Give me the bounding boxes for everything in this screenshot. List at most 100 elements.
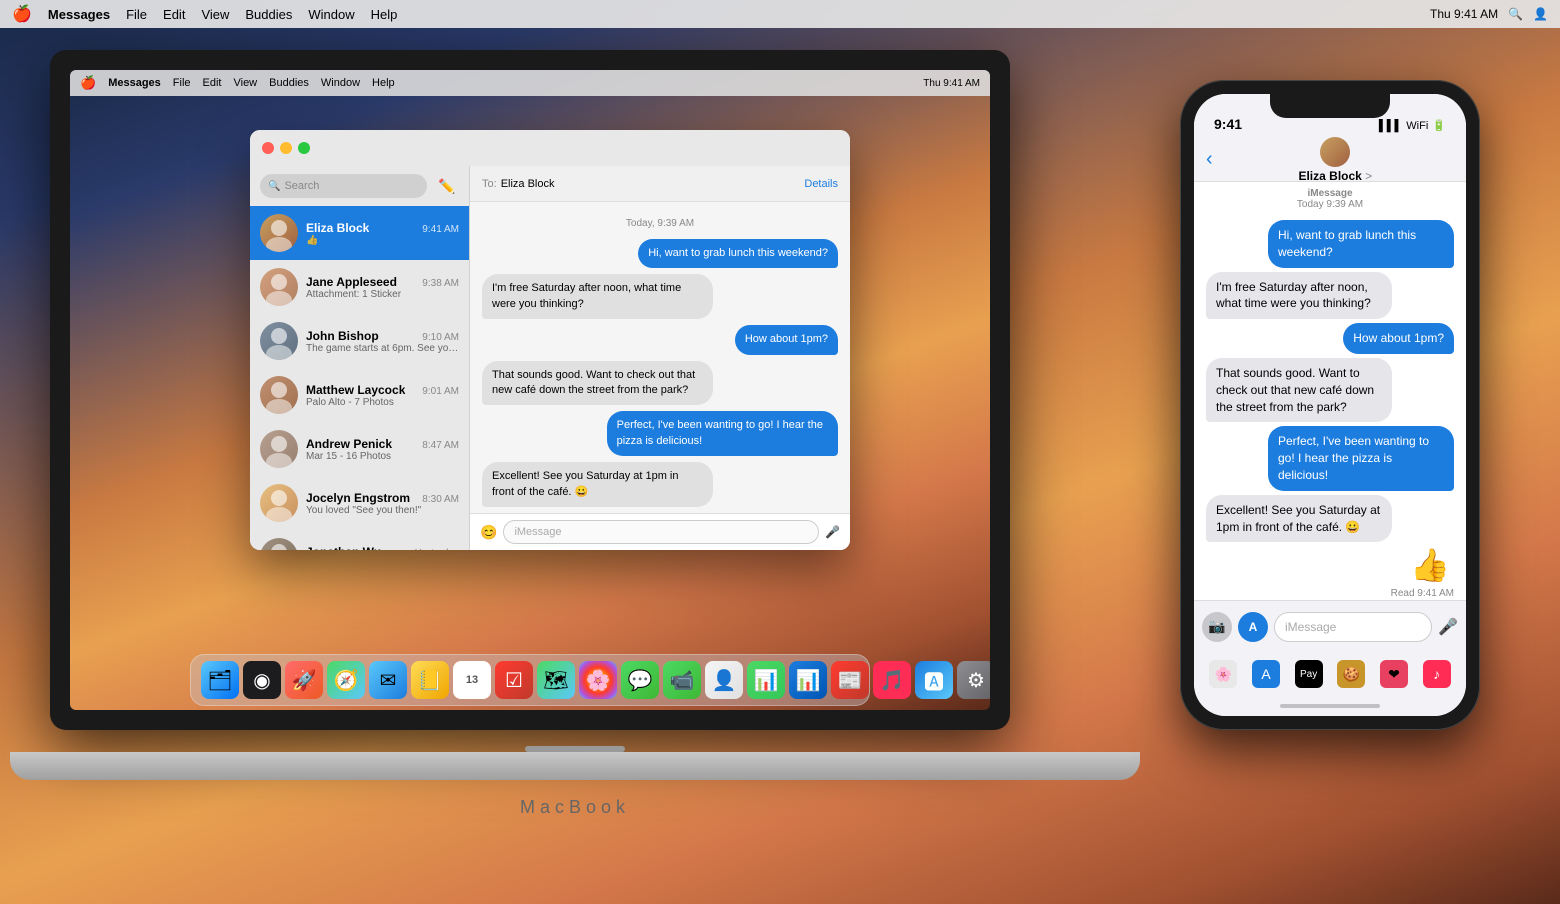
laptop-screen: 🍎 Messages File Edit View Buddies Window… xyxy=(70,70,990,710)
iphone-input-field[interactable]: iMessage xyxy=(1274,612,1432,642)
conv-name-matthew: Matthew Laycock xyxy=(306,383,405,397)
iphone-app-applepay[interactable]: Pay xyxy=(1295,660,1323,688)
dock-music[interactable]: 🎵 xyxy=(873,661,911,699)
messages-window: 🔍 Search ✏️ xyxy=(250,130,850,550)
iphone-notch xyxy=(1270,94,1390,118)
menubar-app-name[interactable]: Messages xyxy=(48,7,110,22)
search-placeholder: Search xyxy=(284,180,319,192)
dock-keynote[interactable]: 📊 xyxy=(789,661,827,699)
menubar-help[interactable]: Help xyxy=(371,7,398,22)
iphone-mic-button[interactable]: 🎤 xyxy=(1438,617,1458,637)
iphone-message-date: Today 9:39 AM xyxy=(1194,199,1466,210)
menubar-file[interactable]: File xyxy=(126,7,147,22)
menubar-edit[interactable]: Edit xyxy=(163,7,185,22)
iphone-app-appstore[interactable]: A xyxy=(1252,660,1280,688)
conv-time-jane: 9:38 AM xyxy=(422,278,459,289)
iphone-nav: ‹ Eliza Block > xyxy=(1194,138,1466,182)
dock-safari[interactable]: 🧭 xyxy=(327,661,365,699)
dock-mail[interactable]: ✉ xyxy=(369,661,407,699)
conv-preview-john: The game starts at 6pm. See you then! xyxy=(306,343,459,354)
dock-finder[interactable]: 🗂 xyxy=(201,661,239,699)
window-body: 🔍 Search ✏️ xyxy=(250,166,850,550)
conversation-item-eliza[interactable]: Eliza Block 9:41 AM 👍 xyxy=(250,206,469,260)
menubar-left: 🍎 Messages File Edit View Buddies Window… xyxy=(12,4,397,24)
conversation-item-jonathan[interactable]: Jonathan Wu Yesterday See you at the fin… xyxy=(250,530,469,550)
iphone-app-music[interactable]: ♪ xyxy=(1423,660,1451,688)
dock-siri[interactable]: ◉ xyxy=(243,661,281,699)
iphone-app-photos[interactable]: 🌸 xyxy=(1209,660,1237,688)
chat-header: To: Eliza Block Details xyxy=(470,166,850,202)
menu-bar: 🍎 Messages File Edit View Buddies Window… xyxy=(0,0,1560,28)
dock-system-prefs[interactable]: ⚙ xyxy=(957,661,990,699)
dock-photos[interactable]: 🌸 xyxy=(579,661,617,699)
dock-appstore[interactable]: 🅰 xyxy=(915,661,953,699)
dock-numbers[interactable]: 📊 xyxy=(747,661,785,699)
conversation-item-jane[interactable]: Jane Appleseed 9:38 AM Attachment: 1 Sti… xyxy=(250,260,469,314)
dock: 🗂 ◉ 🚀 🧭 ✉ 📒 13 ☑ 🗺 🌸 💬 📹 👤 📊 📊 📰 🎵 🅰 ⚙ xyxy=(190,654,870,706)
search-box[interactable]: 🔍 Search xyxy=(260,174,427,198)
dock-news[interactable]: 📰 xyxy=(831,661,869,699)
avatar-matthew xyxy=(260,376,298,414)
avatar-jane xyxy=(260,268,298,306)
maximize-button[interactable] xyxy=(298,142,310,154)
apple-menu-icon[interactable]: 🍎 xyxy=(12,4,32,24)
conversation-item-john[interactable]: John Bishop 9:10 AM The game starts at 6… xyxy=(250,314,469,368)
dock-calendar[interactable]: 13 xyxy=(453,661,491,699)
msg-5: Perfect, I've been wanting to go! I hear… xyxy=(607,411,838,456)
iphone-app-hearts[interactable]: ❤ xyxy=(1380,660,1408,688)
emoji-button[interactable]: 😊 xyxy=(480,524,497,541)
iphone-signal-icon: ▌▌▌ xyxy=(1379,120,1402,132)
dock-notes[interactable]: 📒 xyxy=(411,661,449,699)
iphone-contact-avatar xyxy=(1320,137,1350,167)
msg-4: That sounds good. Want to check out that… xyxy=(482,361,713,406)
iphone-input-bar: 📷 A iMessage 🎤 xyxy=(1194,600,1466,652)
iphone-app-cookie[interactable]: 🍪 xyxy=(1337,660,1365,688)
conv-name-jane: Jane Appleseed xyxy=(306,275,397,289)
conversation-item-andrew[interactable]: Andrew Penick 8:47 AM Mar 15 - 16 Photos xyxy=(250,422,469,476)
menubar-buddies[interactable]: Buddies xyxy=(245,7,292,22)
chat-recipient: Eliza Block xyxy=(501,178,555,190)
chat-messages: Today, 9:39 AM Hi, want to grab lunch th… xyxy=(470,202,850,513)
iphone-screen: 9:41 ▌▌▌ WiFi 🔋 ‹ Eliza Block > xyxy=(1194,94,1466,716)
dock-messages[interactable]: 💬 xyxy=(621,661,659,699)
dock-contacts[interactable]: 👤 xyxy=(705,661,743,699)
compose-button[interactable]: ✏️ xyxy=(435,174,459,198)
iphone-contact-info: Eliza Block > xyxy=(1217,137,1454,183)
conv-info-matthew: Matthew Laycock 9:01 AM Palo Alto - 7 Ph… xyxy=(306,383,459,408)
dock-reminders[interactable]: ☑ xyxy=(495,661,533,699)
conversation-item-matthew[interactable]: Matthew Laycock 9:01 AM Palo Alto - 7 Ph… xyxy=(250,368,469,422)
imessage-label-area: iMessage Today 9:39 AM xyxy=(1194,182,1466,212)
iphone-msg-2: I'm free Saturday after noon, what time … xyxy=(1206,272,1392,320)
iphone-input-placeholder: iMessage xyxy=(1285,620,1336,634)
dock-launchpad[interactable]: 🚀 xyxy=(285,661,323,699)
laptop-menu-window: Window xyxy=(321,77,360,89)
laptop: 🍎 Messages File Edit View Buddies Window… xyxy=(50,50,1100,830)
minimize-button[interactable] xyxy=(280,142,292,154)
msg-3: How about 1pm? xyxy=(735,325,838,354)
user-icon[interactable]: 👤 xyxy=(1533,7,1548,21)
laptop-notch xyxy=(525,746,625,752)
iphone-msg-6: Excellent! See you Saturday at 1pm in fr… xyxy=(1206,495,1392,543)
audio-button[interactable]: 🎤 xyxy=(825,525,840,539)
search-icon[interactable]: 🔍 xyxy=(1508,7,1523,21)
laptop-apple-icon: 🍎 xyxy=(80,75,96,91)
menubar-window[interactable]: Window xyxy=(308,7,354,22)
iphone-back-button[interactable]: ‹ xyxy=(1206,148,1213,171)
chat-to-label: To: xyxy=(482,178,497,190)
chat-details-button[interactable]: Details xyxy=(804,178,838,190)
menubar-view[interactable]: View xyxy=(201,7,229,22)
avatar-jonathan xyxy=(260,538,298,550)
conv-preview-jane: Attachment: 1 Sticker xyxy=(306,289,459,300)
dock-facetime[interactable]: 📹 xyxy=(663,661,701,699)
imessage-input[interactable]: iMessage xyxy=(503,520,819,544)
iphone-contact-name[interactable]: Eliza Block > xyxy=(1298,169,1372,183)
iphone-camera-button[interactable]: 📷 xyxy=(1202,612,1232,642)
window-titlebar xyxy=(250,130,850,166)
iphone-read-receipt: Read 9:41 AM xyxy=(1206,588,1454,599)
iphone-appstore-button[interactable]: A xyxy=(1238,612,1268,642)
avatar-jocelyn xyxy=(260,484,298,522)
dock-maps[interactable]: 🗺 xyxy=(537,661,575,699)
laptop-brand-label: MacBook xyxy=(520,797,630,818)
close-button[interactable] xyxy=(262,142,274,154)
conversation-item-jocelyn[interactable]: Jocelyn Engstrom 8:30 AM You loved "See … xyxy=(250,476,469,530)
